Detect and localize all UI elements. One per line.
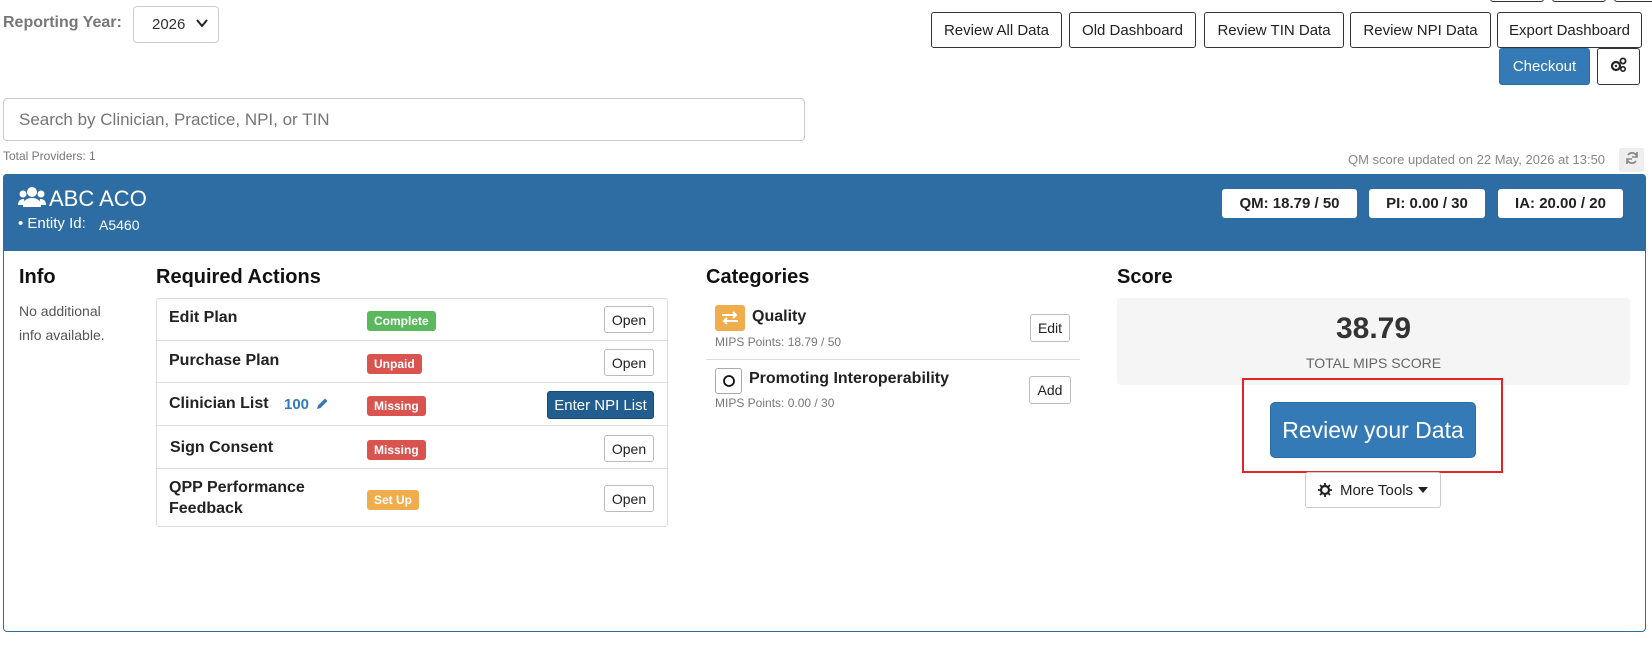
clipped-button-1[interactable]	[1490, 0, 1544, 2]
entity-name: ABC ACO	[49, 186, 147, 211]
total-mips-score-value: 38.79	[1335, 312, 1412, 345]
categories-title: Categories	[706, 266, 810, 288]
caret-down-icon	[1418, 487, 1429, 493]
action-name-sign-consent: Sign Consent	[170, 439, 274, 456]
review-tin-data-button[interactable]: Review TIN Data	[1204, 12, 1344, 48]
users-icon	[18, 186, 46, 213]
refresh-button[interactable]	[1619, 148, 1644, 172]
info-title: Info	[19, 266, 56, 288]
score-title: Score	[1117, 266, 1173, 288]
reporting-year-value: 2026	[152, 16, 186, 33]
quality-edit-button[interactable]: Edit	[1030, 314, 1070, 342]
total-providers: Total Providers: 1	[3, 149, 96, 163]
entity-id-value: A5460	[99, 217, 140, 233]
gears-icon	[1610, 57, 1628, 77]
review-all-data-button[interactable]: Review All Data	[931, 12, 1062, 48]
refresh-icon	[1625, 151, 1639, 170]
clinician-count-link[interactable]: 100	[284, 396, 309, 413]
chevron-down-icon	[196, 16, 208, 34]
reporting-year-label: Reporting Year:	[3, 14, 122, 31]
category-points-pi: MIPS Points: 0.00 / 30	[715, 396, 835, 410]
review-npi-data-button[interactable]: Review NPI Data	[1350, 12, 1491, 48]
status-badge: Unpaid	[367, 354, 422, 374]
circle-icon	[715, 368, 742, 394]
pi-score-badge: PI: 0.00 / 30	[1369, 189, 1485, 218]
more-tools-label: More Tools	[1339, 481, 1414, 499]
enter-npi-list-button[interactable]: Enter NPI List	[547, 391, 654, 419]
category-points-quality: MIPS Points: 18.79 / 50	[715, 335, 842, 349]
purchase-plan-open-button[interactable]: Open	[604, 349, 654, 376]
required-actions-title: Required Actions	[156, 266, 321, 288]
gear-icon	[1317, 483, 1332, 497]
clipped-button-3[interactable]	[1614, 0, 1652, 2]
search-input[interactable]	[3, 98, 805, 141]
action-name-edit-plan: Edit Plan	[169, 309, 238, 326]
checkout-button[interactable]: Checkout	[1499, 48, 1590, 85]
pi-add-button[interactable]: Add	[1029, 376, 1071, 404]
status-badge: Missing	[367, 396, 426, 416]
action-name-qpp-feedback: QPP Performance Feedback	[169, 479, 305, 517]
category-name-quality: Quality	[752, 308, 807, 325]
category-name-promoting-interoperability: Promoting Interoperability	[749, 370, 950, 387]
qpp-feedback-open-button[interactable]: Open	[604, 485, 654, 512]
reporting-year-select[interactable]: 2026	[133, 6, 219, 43]
export-dashboard-button[interactable]: Export Dashboard	[1497, 12, 1642, 48]
status-badge: Complete	[367, 311, 436, 331]
edit-plan-open-button[interactable]: Open	[604, 306, 654, 333]
qm-updated-text: QM score updated on 22 May, 2026 at 13:5…	[1348, 152, 1606, 167]
review-your-data-button[interactable]: Review your Data	[1270, 402, 1476, 458]
settings-button[interactable]	[1597, 48, 1640, 85]
more-tools-button[interactable]: More Tools	[1305, 472, 1441, 508]
action-name-purchase-plan: Purchase Plan	[169, 352, 280, 369]
quality-icon	[715, 305, 745, 331]
old-dashboard-button[interactable]: Old Dashboard	[1069, 12, 1196, 48]
ia-score-badge: IA: 20.00 / 20	[1498, 189, 1623, 218]
category-divider	[706, 359, 1080, 360]
info-text: No additional info available.	[19, 303, 105, 343]
qm-score-badge: QM: 18.79 / 50	[1222, 189, 1357, 218]
clipped-button-2[interactable]	[1552, 0, 1606, 2]
pencil-icon[interactable]	[315, 397, 329, 416]
status-badge: Set Up	[367, 490, 420, 510]
sign-consent-open-button[interactable]: Open	[604, 435, 654, 462]
total-mips-score-label: TOTAL MIPS SCORE	[1305, 355, 1442, 371]
entity-id-label: • Entity Id:	[18, 215, 86, 232]
status-badge: Missing	[367, 440, 426, 460]
action-name-clinician-list: Clinician List	[169, 395, 269, 412]
